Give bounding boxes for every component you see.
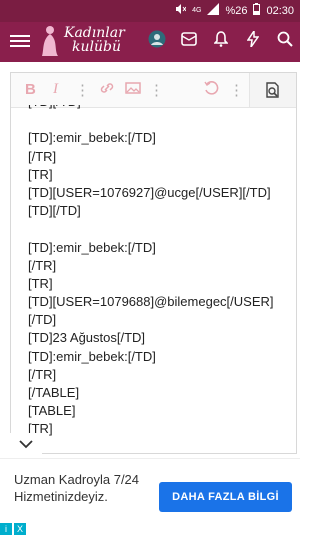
- editor-line: [TD][/TD]: [28, 203, 81, 219]
- editor-line: [/TABLE]: [28, 385, 80, 400]
- image-icon: [125, 82, 141, 94]
- network-type-label: 4G: [192, 7, 202, 14]
- editor-line: [/TD]: [28, 312, 57, 328]
- editor-text-area[interactable]: [TD][/TD] [TD]:emir_bebek:[/TD] [/TR] [T…: [28, 105, 293, 455]
- ad-text: Uzman Kadroyla 7/24 Hizmetinizdeyiz.: [14, 472, 140, 504]
- editor-line: [TD][USER=1076927]@ucge[/USER][/TD]: [28, 184, 271, 200]
- bell-icon[interactable]: [212, 30, 230, 48]
- logo-text-line2: kulübü: [72, 39, 121, 55]
- post-editor: B I ⋮ ⋮ ⋮ [TD][/TD] [TD]:emir_bebek:[/TD…: [10, 72, 297, 454]
- editor-line: [TR]: [28, 166, 53, 182]
- logo-figure-icon: [42, 26, 58, 56]
- more-insert-icon[interactable]: ⋮: [149, 81, 164, 99]
- chevron-down-icon: [19, 440, 33, 449]
- status-bar: 4G %26 02:30: [0, 0, 300, 22]
- logo-text-line1: Kadınlar: [64, 25, 125, 41]
- bold-button[interactable]: B: [25, 81, 36, 98]
- messages-icon[interactable]: [180, 30, 198, 48]
- clock: 02:30: [266, 4, 294, 17]
- ad-info-icon[interactable]: i: [0, 523, 12, 535]
- avatar[interactable]: [148, 30, 166, 48]
- more-history-icon[interactable]: ⋮: [229, 81, 244, 99]
- ad-cta-button[interactable]: DAHA FAZLA BİLGİ: [159, 482, 292, 512]
- ad-close-icon[interactable]: X: [14, 523, 26, 535]
- link-button[interactable]: [99, 81, 115, 99]
- preview-icon: [266, 82, 279, 98]
- undo-button[interactable]: [203, 81, 219, 99]
- editor-line: [TD]:emir_bebek:[/TD]: [28, 239, 156, 255]
- italic-button[interactable]: I: [53, 81, 58, 98]
- editor-line: [TR]: [28, 421, 53, 437]
- editor-toolbar: B I ⋮ ⋮ ⋮: [11, 73, 296, 108]
- editor-line: [TD]:emir_bebek:[/TD]: [28, 130, 156, 146]
- preview-button[interactable]: [249, 73, 296, 107]
- more-options-icon[interactable]: ⋮: [75, 81, 90, 99]
- editor-line: [TD][USER=1079688]@bilemegec[/USER]: [28, 294, 274, 310]
- editor-line: [/TR]: [28, 257, 57, 273]
- link-icon: [100, 83, 114, 93]
- status-icons: 4G %26 02:30: [174, 3, 294, 18]
- app-bar: Kadınlar kulübü: [0, 22, 300, 62]
- image-button[interactable]: [125, 81, 141, 99]
- editor-line: [/TR]: [28, 148, 57, 164]
- app-bar-actions: [148, 30, 294, 48]
- undo-icon: [204, 81, 219, 95]
- search-icon[interactable]: [276, 30, 294, 48]
- editor-line: [TD]:emir_bebek:[/TD]: [28, 348, 156, 364]
- editor-line: [TD]23 Ağustos[/TD]: [28, 330, 146, 346]
- mute-icon: [174, 3, 187, 18]
- editor-line: [/TR]: [28, 366, 57, 382]
- menu-icon[interactable]: [10, 32, 30, 48]
- ad-choices[interactable]: i X: [0, 523, 26, 535]
- bolt-icon[interactable]: [244, 30, 262, 48]
- ad-banner[interactable]: Uzman Kadroyla 7/24 Hizmetinizdeyiz. DAH…: [0, 458, 300, 535]
- battery-percent: %26: [225, 4, 248, 17]
- site-logo[interactable]: Kadınlar kulübü: [40, 24, 130, 60]
- collapse-button[interactable]: [10, 433, 42, 455]
- editor-line: [TR]: [28, 275, 53, 291]
- signal-icon: [207, 3, 220, 18]
- editor-line: [TABLE]: [28, 403, 76, 419]
- battery-icon: [253, 3, 261, 18]
